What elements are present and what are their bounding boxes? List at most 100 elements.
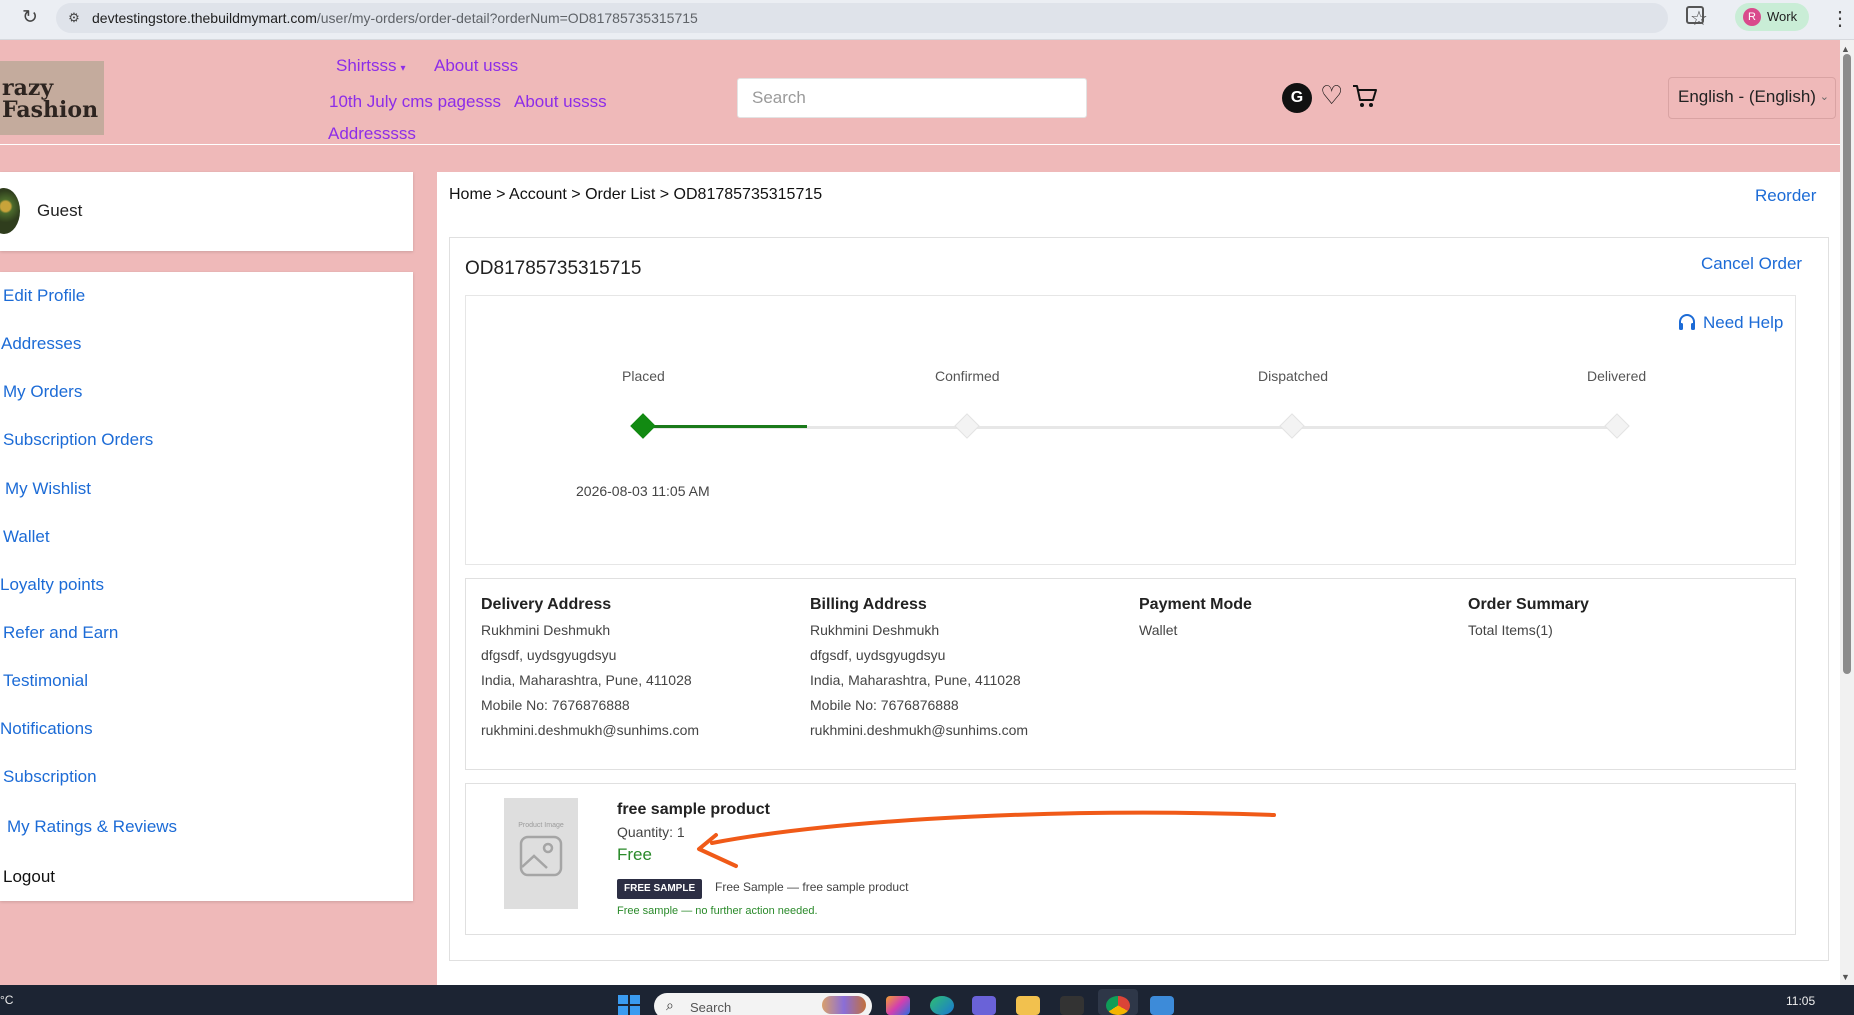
sidebar-item-addresses[interactable]: Addresses <box>1 334 81 354</box>
product-price: Free <box>617 845 652 864</box>
sidebar-item-wishlist[interactable]: My Wishlist <box>5 479 91 499</box>
step-label-confirmed: Confirmed <box>935 368 1000 384</box>
sidebar-item-subscription[interactable]: Subscription <box>3 767 97 787</box>
need-help-button[interactable]: Need Help <box>1677 312 1783 333</box>
billing-name: Rukhmini Deshmukh <box>810 622 940 638</box>
profile-avatar: R <box>1743 8 1761 26</box>
cart-icon[interactable] <box>1352 83 1378 109</box>
delivery-mobile: Mobile No: 7676876888 <box>481 697 630 713</box>
nav-shirts-label: Shirtsss <box>336 56 397 75</box>
placed-date: 2026-08-03 11:05 AM <box>576 483 710 499</box>
browser-profile-button[interactable]: R Work <box>1735 3 1809 31</box>
taskbar-search-label: Search <box>690 1000 732 1015</box>
search-icon: ⌕ <box>666 997 674 1013</box>
reorder-button[interactable]: Reorder <box>1755 186 1816 206</box>
user-avatar[interactable]: G <box>1282 83 1312 113</box>
billing-address-heading: Billing Address <box>810 596 927 613</box>
site-header: razy Fashion Shirtsss ▾ About usss 10th Ju… <box>0 50 1840 145</box>
sidebar-item-ratings-reviews[interactable]: My Ratings & Reviews <box>7 817 177 837</box>
profile-label: Work <box>1767 9 1798 24</box>
sidebar-item-logout[interactable]: Logout <box>3 867 55 887</box>
order-summary-value: Total Items(1) <box>1468 622 1553 638</box>
billing-street: dfgsdf, uydsgyugdsyu <box>810 647 946 663</box>
taskbar-search[interactable]: ⌕ Search <box>654 993 872 1015</box>
free-sample-description: Free Sample — free sample product <box>715 880 909 894</box>
billing-email: rukhmini.deshmukh@sunhims.com <box>810 722 1029 738</box>
windows-taskbar: °C ⌕ Search 11:05 <box>0 985 1854 1015</box>
site-info-icon[interactable]: ⚙ <box>64 8 84 28</box>
delivery-region: India, Maharashtra, Pune, 411028 <box>481 672 692 688</box>
extensions-icon[interactable] <box>1686 6 1704 24</box>
payment-mode-value: Wallet <box>1139 622 1178 638</box>
step-label-dispatched: Dispatched <box>1258 368 1329 384</box>
sidebar-item-my-orders[interactable]: My Orders <box>3 382 82 402</box>
breadcrumb[interactable]: Home > Account > Order List > OD81785735… <box>449 186 822 204</box>
edge-icon[interactable] <box>930 996 954 1015</box>
nav-cms-pages[interactable]: 10th July cms pagesss <box>329 92 501 112</box>
language-select[interactable]: English - (English) ⌄ <box>1668 77 1836 119</box>
scroll-down-icon[interactable]: ▼ <box>1841 972 1850 982</box>
url-host: devtestingstore.thebuildmymart.com <box>92 10 317 26</box>
language-value: English - (English) <box>1678 87 1816 106</box>
product-image[interactable]: Product Image <box>504 798 578 909</box>
order-id: OD81785735315715 <box>465 258 642 279</box>
cancel-order-button[interactable]: Cancel Order <box>1701 254 1802 274</box>
teams-icon[interactable] <box>972 996 996 1015</box>
search-input[interactable] <box>737 78 1087 118</box>
weather-widget[interactable]: °C <box>0 993 13 1007</box>
site-logo[interactable]: razy Fashion <box>0 61 104 135</box>
search-highlight-image <box>822 996 866 1014</box>
sidebar-item-notifications[interactable]: Notifications <box>0 719 93 739</box>
profile-card: Guest <box>0 172 413 251</box>
sidebar-item-loyalty-points[interactable]: Loyalty points <box>0 575 104 595</box>
browser-menu-icon[interactable]: ⋮ <box>1830 6 1850 31</box>
browser-toolbar: ↻ ⚙ devtestingstore.thebuildmymart.com/u… <box>0 0 1854 40</box>
system-clock[interactable]: 11:05 <box>1786 994 1815 1008</box>
nav-shirts[interactable]: Shirtsss ▾ <box>336 56 406 76</box>
terminal-icon[interactable] <box>1060 996 1084 1015</box>
chevron-down-icon: ▾ <box>400 63 406 74</box>
copilot-icon[interactable] <box>886 996 910 1015</box>
reload-icon[interactable]: ↻ <box>18 6 42 30</box>
sidebar-item-subscription-orders[interactable]: Subscription Orders <box>3 430 153 450</box>
url-text: devtestingstore.thebuildmymart.com/user/… <box>92 10 698 26</box>
file-explorer-icon[interactable] <box>1016 996 1040 1015</box>
windows-start-icon[interactable] <box>618 995 640 1015</box>
image-placeholder-icon <box>519 835 563 877</box>
free-sample-note: Free sample — no further action needed. <box>617 905 818 917</box>
chevron-down-icon: ⌄ <box>1819 91 1829 103</box>
scrollbar-thumb[interactable] <box>1843 54 1851 674</box>
order-summary-heading: Order Summary <box>1468 596 1589 613</box>
chrome-icon[interactable] <box>1106 996 1130 1015</box>
nav-addresses[interactable]: Addresssss <box>328 124 416 144</box>
delivery-email: rukhmini.deshmukh@sunhims.com <box>481 722 700 738</box>
billing-region: India, Maharashtra, Pune, 411028 <box>810 672 1021 688</box>
nav-about-ussss[interactable]: About ussss <box>514 92 607 112</box>
step-label-placed: Placed <box>622 368 665 384</box>
sidebar-item-testimonial[interactable]: Testimonial <box>3 671 88 691</box>
product-quantity: Quantity: 1 <box>617 824 685 840</box>
user-name: Guest <box>37 201 83 220</box>
wishlist-heart-icon[interactable]: ♡ <box>1320 80 1343 110</box>
url-path: /user/my-orders/order-detail?orderNum=OD… <box>316 10 698 26</box>
progress-fill <box>644 425 807 428</box>
delivery-street: dfgsdf, uydsgyugdsyu <box>481 647 617 663</box>
order-tracker <box>465 295 1796 565</box>
delivery-name: Rukhmini Deshmukh <box>481 622 611 638</box>
scroll-up-icon[interactable]: ▲ <box>1841 44 1850 54</box>
headphones-icon <box>1679 314 1695 330</box>
logo-line-1: razy <box>2 75 54 101</box>
step-label-delivered: Delivered <box>1587 368 1647 384</box>
logo-line-2: Fashion <box>2 97 99 123</box>
sidebar-item-edit-profile[interactable]: Edit Profile <box>3 286 85 306</box>
product-name[interactable]: free sample product <box>617 801 770 819</box>
free-sample-badge: FREE SAMPLE <box>617 879 703 899</box>
delivery-address-heading: Delivery Address <box>481 596 612 613</box>
address-bar[interactable]: ⚙ devtestingstore.thebuildmymart.com/use… <box>56 3 1708 33</box>
billing-mobile: Mobile No: 7676876888 <box>810 697 959 713</box>
nav-about-usss[interactable]: About usss <box>434 56 518 76</box>
sidebar-item-refer-and-earn[interactable]: Refer and Earn <box>3 623 118 643</box>
avatar <box>0 188 20 234</box>
notepad-icon[interactable] <box>1150 996 1174 1015</box>
sidebar-item-wallet[interactable]: Wallet <box>3 527 50 547</box>
